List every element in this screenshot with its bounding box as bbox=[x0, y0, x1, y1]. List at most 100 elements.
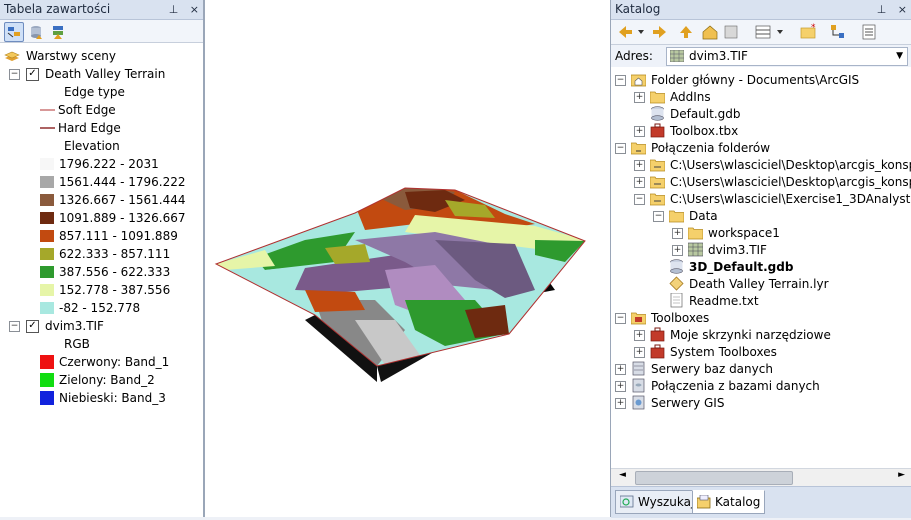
home-icon[interactable] bbox=[702, 25, 718, 40]
catalog-tree-item[interactable]: − Połączenia folderów bbox=[611, 139, 911, 157]
collapse-icon[interactable]: − bbox=[653, 211, 664, 222]
catalog-tree-item[interactable]: + AddIns bbox=[611, 88, 911, 106]
pin-icon[interactable]: ⊥ bbox=[169, 3, 179, 16]
elevation-class-label: 1091.889 - 1326.667 bbox=[59, 211, 186, 225]
list-by-source-button[interactable] bbox=[26, 22, 46, 42]
scroll-right-icon[interactable]: ► bbox=[898, 470, 905, 480]
catalog-tree-item[interactable]: + Moje skrzynki narzędziowe bbox=[611, 326, 911, 344]
soft-edge-label: Soft Edge bbox=[58, 103, 116, 117]
address-label: Adres: bbox=[615, 49, 653, 63]
color-swatch bbox=[40, 212, 54, 224]
chevron-down-icon[interactable]: ▼ bbox=[896, 48, 903, 65]
layer-visibility-checkbox[interactable]: ✓ bbox=[26, 68, 39, 81]
catalog-tree-label: Toolbox.tbx bbox=[670, 124, 739, 138]
terrain-3d-surface[interactable] bbox=[205, 0, 610, 517]
scroll-thumb[interactable] bbox=[635, 471, 793, 485]
chevron-down-icon[interactable] bbox=[777, 30, 783, 34]
expand-icon[interactable]: + bbox=[672, 245, 683, 256]
catalog-tree-item[interactable]: + dvim3.TIF bbox=[611, 241, 911, 259]
collapse-icon[interactable]: − bbox=[615, 75, 626, 86]
catalog-tree-label: Readme.txt bbox=[689, 294, 759, 308]
catalog-tree-item[interactable]: Death Valley Terrain.lyr bbox=[611, 275, 911, 293]
forward-arrow-icon[interactable] bbox=[653, 26, 666, 38]
toc-toolbar bbox=[0, 20, 203, 43]
expand-icon[interactable]: + bbox=[615, 364, 626, 375]
address-combobox[interactable]: dvim3.TIF ▼ bbox=[666, 47, 908, 66]
close-icon[interactable]: × bbox=[898, 3, 907, 16]
elevation-class-label: 1796.222 - 2031 bbox=[59, 157, 159, 171]
raster-icon bbox=[688, 242, 703, 257]
collapse-icon[interactable]: − bbox=[9, 321, 20, 332]
new-folder-icon[interactable]: * bbox=[800, 23, 816, 39]
expand-icon[interactable]: + bbox=[634, 160, 645, 171]
catalog-tree-label: Połączenia z bazami danych bbox=[651, 379, 820, 393]
catalog-tree-item[interactable]: + C:\Users\wlasciciel\Desktop\arcgis_kons… bbox=[611, 156, 911, 174]
catalog-tree-item[interactable]: 3D_Default.gdb bbox=[611, 258, 911, 276]
catalog-tree-item[interactable]: − Data bbox=[611, 207, 911, 225]
color-swatch bbox=[40, 284, 54, 296]
catalog-tree-item[interactable]: Readme.txt bbox=[611, 292, 911, 310]
list-by-drawing-order-button[interactable] bbox=[4, 22, 24, 42]
expand-icon[interactable]: + bbox=[634, 330, 645, 341]
toc-titlebar: Tabela zawartości ⊥ × bbox=[0, 0, 203, 20]
elevation-class-label: 152.778 - 387.556 bbox=[59, 283, 171, 297]
catalog-tree-item[interactable]: + Połączenia z bazami danych bbox=[611, 377, 911, 395]
metadata-icon[interactable] bbox=[862, 24, 876, 40]
edge-type-header: Edge type bbox=[64, 85, 125, 99]
tab-search[interactable]: Wyszukaj bbox=[615, 490, 700, 514]
address-value: dvim3.TIF bbox=[689, 49, 748, 63]
catalog-tree-item[interactable]: + System Toolboxes bbox=[611, 343, 911, 361]
folder-icon bbox=[669, 210, 684, 223]
expand-icon[interactable]: + bbox=[615, 398, 626, 409]
geodatabase-icon bbox=[651, 106, 664, 121]
folder-connection-icon bbox=[650, 193, 665, 206]
close-icon[interactable]: × bbox=[190, 3, 199, 16]
collapse-icon[interactable]: − bbox=[615, 313, 626, 324]
scroll-left-icon[interactable]: ◄ bbox=[619, 470, 626, 480]
scene-layers-label: Warstwy sceny bbox=[26, 49, 117, 63]
layer-dvim3[interactable]: − ✓ dvim3.TIF bbox=[0, 317, 203, 335]
catalog-tree-item[interactable]: + C:\Users\wlasciciel\Desktop\arcgis_kons… bbox=[611, 173, 911, 191]
catalog-tree-item[interactable]: − Toolboxes bbox=[611, 309, 911, 327]
database-servers-icon bbox=[632, 361, 645, 376]
connect-folder-icon[interactable] bbox=[724, 25, 738, 39]
catalog-tree-item[interactable]: + Toolbox.tbx bbox=[611, 122, 911, 140]
catalog-tree-label: Moje skrzynki narzędziowe bbox=[670, 328, 831, 342]
band-label: Czerwony: Band_1 bbox=[59, 355, 170, 369]
color-swatch bbox=[40, 355, 54, 369]
catalog-tree-item[interactable]: + Serwery GIS bbox=[611, 394, 911, 412]
elevation-header: Elevation bbox=[64, 139, 120, 153]
collapse-icon[interactable]: − bbox=[615, 143, 626, 154]
catalog-tree-label: AddIns bbox=[670, 90, 711, 104]
expand-icon[interactable]: + bbox=[672, 228, 683, 239]
list-by-visibility-button[interactable] bbox=[48, 22, 68, 42]
view-options-icon[interactable] bbox=[755, 25, 771, 39]
back-arrow-icon[interactable] bbox=[619, 26, 632, 38]
table-of-contents-panel: Tabela zawartości ⊥ × Warstwy sceny − ✓ … bbox=[0, 0, 204, 517]
tree-structure-icon[interactable] bbox=[831, 25, 844, 38]
collapse-icon[interactable]: − bbox=[634, 194, 645, 205]
expand-icon[interactable]: + bbox=[634, 177, 645, 188]
layer-visibility-checkbox[interactable]: ✓ bbox=[26, 320, 39, 333]
catalog-tree-item[interactable]: + workspace1 bbox=[611, 224, 911, 242]
tab-catalog[interactable]: Katalog bbox=[692, 490, 766, 514]
collapse-icon[interactable]: − bbox=[9, 69, 20, 80]
folder-icon bbox=[688, 227, 703, 240]
up-one-level-icon[interactable] bbox=[680, 26, 692, 38]
expand-icon[interactable]: + bbox=[634, 92, 645, 103]
pin-icon[interactable]: ⊥ bbox=[877, 3, 887, 16]
catalog-tree-item[interactable]: Default.gdb bbox=[611, 105, 911, 123]
horizontal-scrollbar[interactable]: ◄ ► bbox=[611, 468, 911, 486]
layer-death-valley-terrain[interactable]: − ✓ Death Valley Terrain bbox=[0, 65, 203, 83]
expand-icon[interactable]: + bbox=[634, 347, 645, 358]
catalog-tree-item[interactable]: − C:\Users\wlasciciel\Exercise1_3DAnalyst bbox=[611, 190, 911, 208]
hard-edge-line-icon bbox=[40, 127, 55, 129]
catalog-tree-item[interactable]: − Folder główny - Documents\ArcGIS bbox=[611, 71, 911, 89]
expand-icon[interactable]: + bbox=[634, 126, 645, 137]
toolbox-icon bbox=[650, 344, 665, 359]
catalog-tree-label: Data bbox=[689, 209, 718, 223]
expand-icon[interactable]: + bbox=[615, 381, 626, 392]
chevron-down-icon[interactable] bbox=[638, 30, 644, 34]
catalog-tree-item[interactable]: + Serwery baz danych bbox=[611, 360, 911, 378]
scene-view[interactable] bbox=[204, 0, 611, 517]
